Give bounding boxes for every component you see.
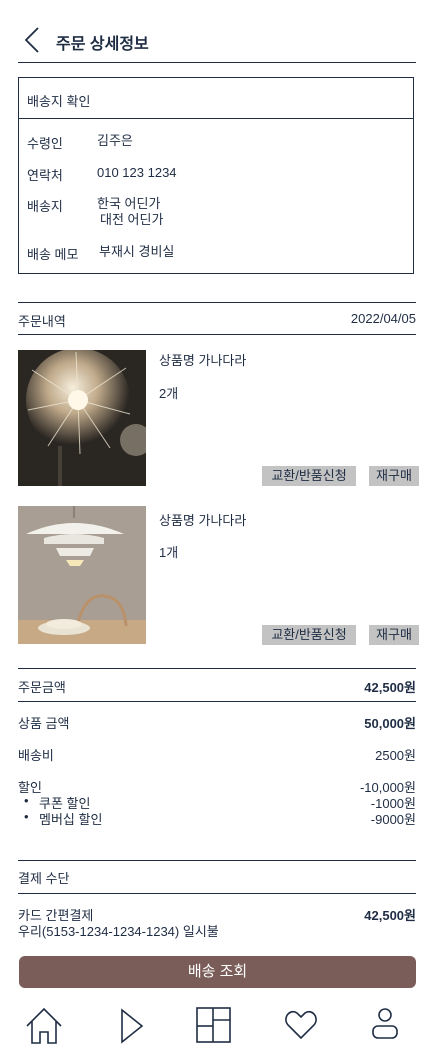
product-image[interactable] (18, 506, 146, 644)
profile-icon[interactable] (370, 1006, 400, 1049)
payment-detail: 우리(5153-1234-1234-1234) 일시불 (18, 924, 219, 939)
divider (18, 860, 416, 861)
shipping-fee-label: 배송비 (18, 748, 54, 763)
membership-discount-label: 멤버십 할인 (39, 812, 103, 827)
product-amount-label: 상품 금액 (18, 716, 70, 731)
shipping-fee-value: 2500원 (375, 748, 416, 763)
exchange-return-button[interactable]: 교환/반품신청 (262, 625, 356, 645)
product-image[interactable] (18, 350, 146, 486)
reorder-button[interactable]: 재구매 (369, 466, 419, 486)
bullet: • (24, 809, 29, 824)
payment-label: 결제 수단 (18, 871, 70, 886)
divider (18, 893, 416, 894)
bullet: • (24, 793, 29, 808)
product-name: 상품명 가나다라 (159, 513, 247, 528)
product-name: 상품명 가나다라 (159, 353, 247, 368)
contact-label: 연락처 (27, 168, 63, 183)
reorder-button[interactable]: 재구매 (369, 625, 419, 645)
exchange-return-button[interactable]: 교환/반품신청 (262, 466, 356, 486)
payment-amount: 42,500원 (364, 908, 416, 923)
contact-value: 010 123 1234 (97, 165, 177, 180)
header-divider (18, 62, 416, 63)
shipping-heading: 배송지 확인 (27, 94, 91, 109)
shipping-info-header: 배송지 확인 (19, 78, 413, 119)
order-date: 2022/04/05 (350, 311, 416, 326)
recipient-value: 김주은 (97, 133, 133, 148)
product-qty: 1개 (159, 545, 179, 560)
address-label: 배송지 (27, 199, 63, 214)
home-icon[interactable] (24, 1006, 64, 1051)
product-qty: 2개 (159, 386, 179, 401)
address-line2: 대전 어딘가 (100, 212, 164, 227)
divider (18, 302, 416, 303)
divider (18, 701, 416, 702)
layout-icon[interactable] (196, 1006, 232, 1049)
track-delivery-button[interactable]: 배송 조회 (19, 956, 416, 988)
order-total-label: 주문금액 (18, 680, 66, 695)
order-label: 주문내역 (18, 314, 66, 329)
order-total-value: 42,500원 (364, 680, 416, 695)
address-line1: 한국 어딘가 (97, 196, 161, 211)
page-title: 주문 상세정보 (56, 36, 149, 53)
play-icon[interactable] (114, 1006, 146, 1051)
memo-label: 배송 메모 (27, 247, 79, 262)
divider (18, 334, 416, 335)
membership-discount-value: -9000원 (370, 812, 416, 827)
shipping-info-box: 배송지 확인 수령인 김주은 연락처 010 123 1234 배송지 한국 어… (18, 77, 414, 274)
product-amount-value: 50,000원 (364, 716, 416, 731)
heart-icon[interactable] (284, 1006, 318, 1049)
recipient-label: 수령인 (27, 136, 63, 151)
divider (18, 668, 416, 669)
back-icon[interactable] (22, 26, 44, 54)
memo-value: 부재시 경비실 (99, 244, 175, 259)
